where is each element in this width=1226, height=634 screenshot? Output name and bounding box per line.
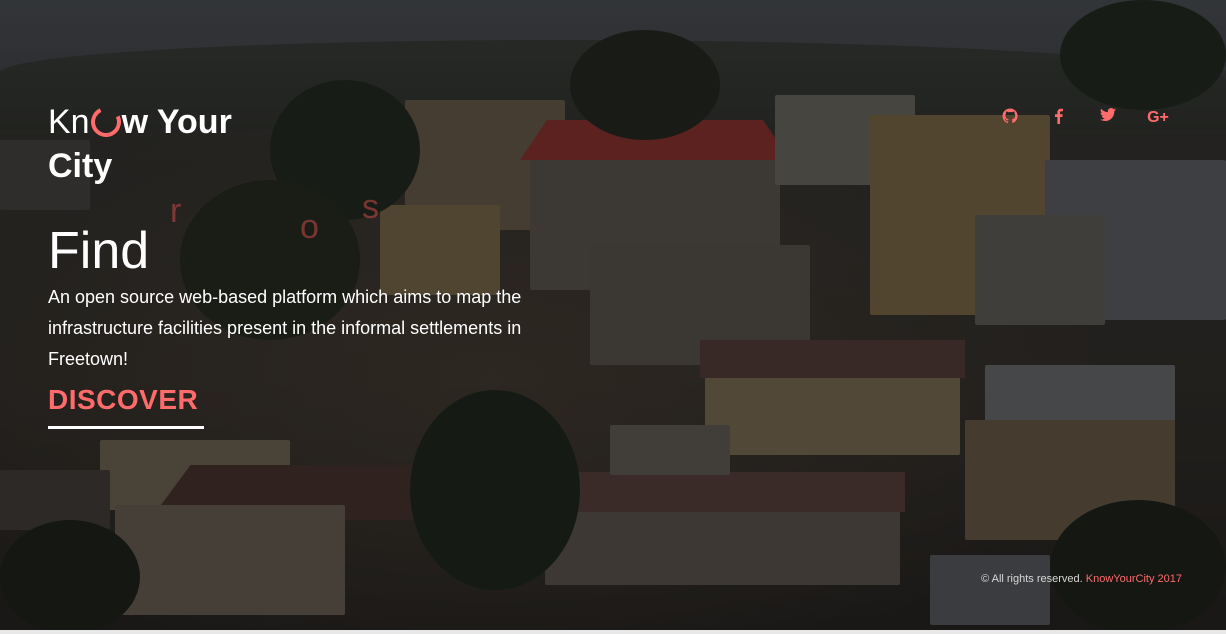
discover-button[interactable]: DISCOVER	[48, 384, 204, 429]
ring-o-icon	[86, 102, 125, 142]
logo-prefix: Kn	[48, 103, 90, 141]
ghost-letter: s	[362, 188, 379, 226]
hero-description: An open source web-based platform which …	[48, 287, 522, 369]
twitter-icon[interactable]	[1100, 108, 1118, 128]
logo-line-2: City	[48, 147, 113, 185]
logo-line-1: Kn w Your	[48, 100, 308, 144]
hero-headline: Find	[48, 222, 150, 280]
bottom-edge	[0, 630, 1226, 634]
footer: © All rights reserved. KnowYourCity 2017	[981, 573, 1182, 585]
ghost-letter: o	[300, 208, 319, 246]
google-plus-icon[interactable]: G+	[1146, 109, 1170, 129]
copyright-text: © All rights reserved.	[981, 573, 1083, 585]
github-icon[interactable]	[1002, 108, 1020, 128]
ghost-letter: r	[170, 192, 182, 230]
site-logo[interactable]: Kn w Your City	[48, 100, 308, 188]
logo-suffix: w Your	[121, 103, 232, 141]
footer-brand-link[interactable]: KnowYourCity 2017	[1086, 573, 1182, 585]
facebook-icon[interactable]	[1054, 108, 1066, 128]
